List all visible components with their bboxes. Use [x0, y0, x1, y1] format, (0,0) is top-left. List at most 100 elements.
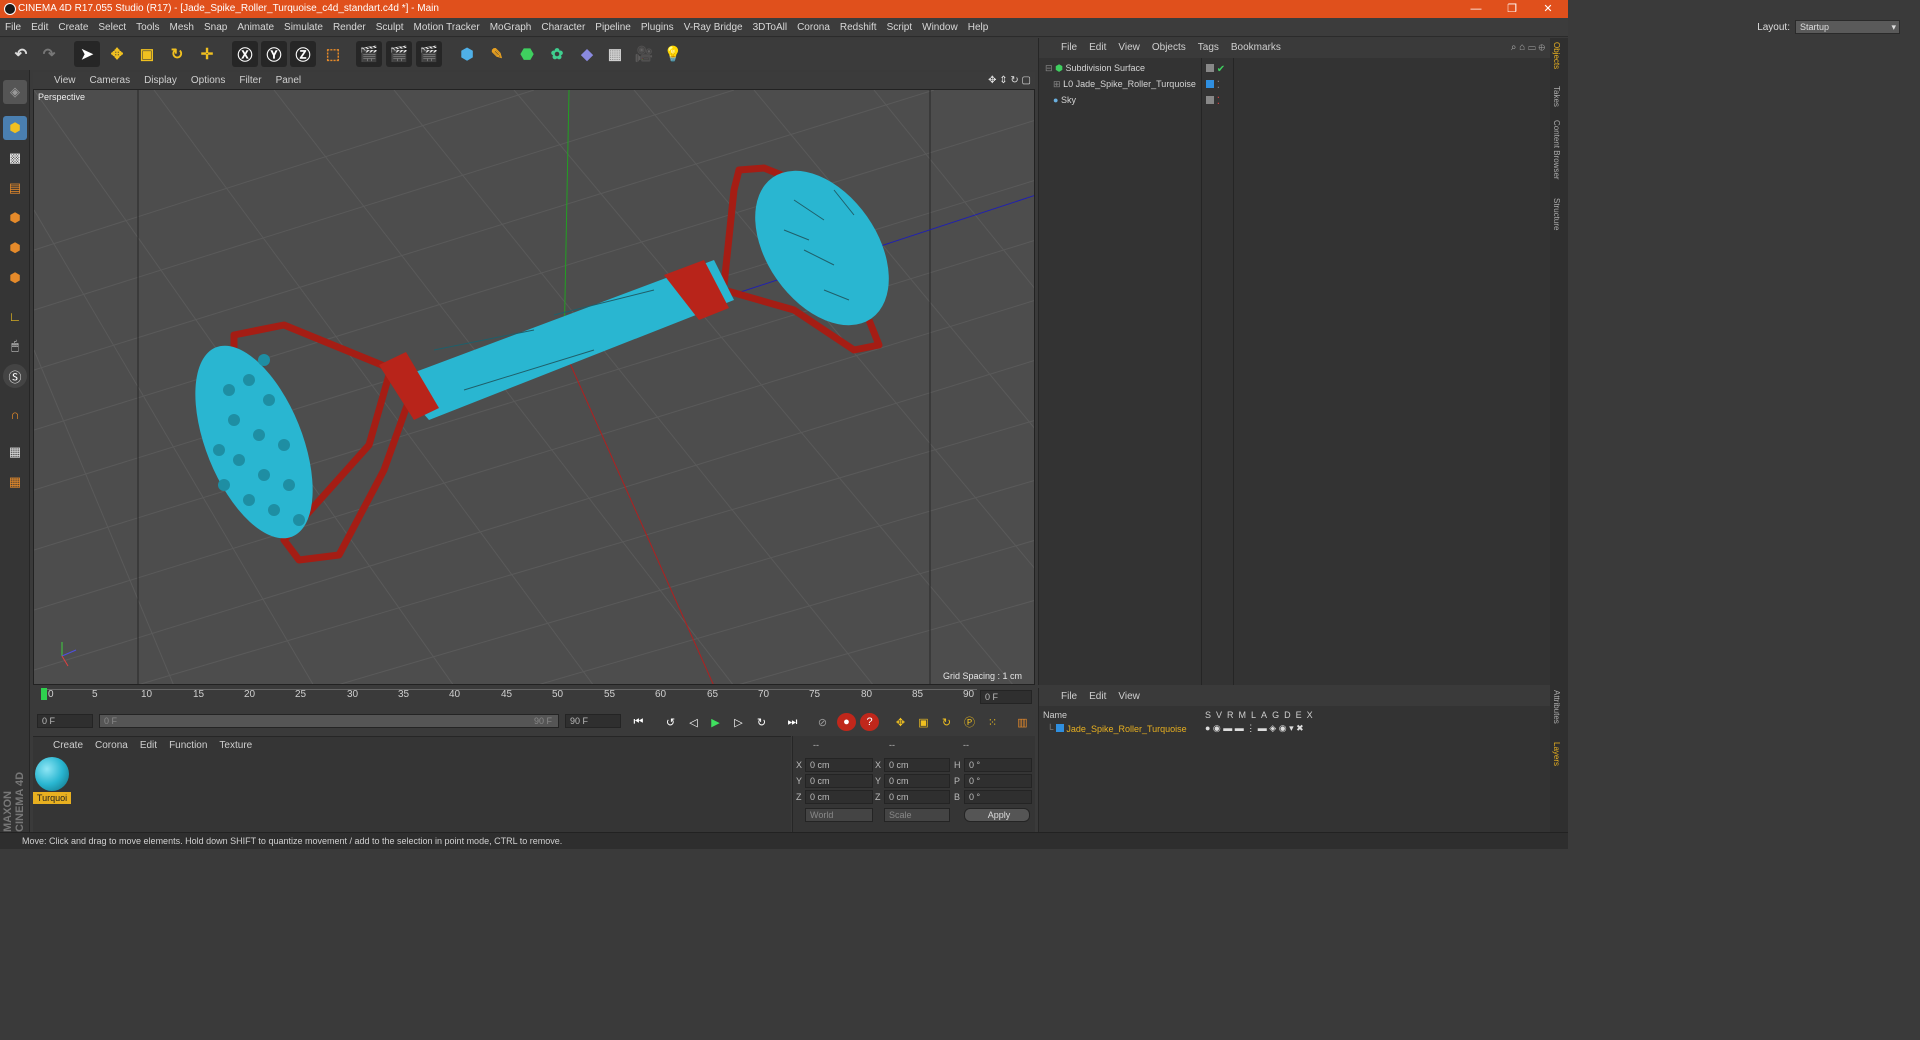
apply-button[interactable]: Apply	[964, 808, 1030, 822]
select-arrow-icon[interactable]: ➤	[74, 41, 100, 67]
record-disabled-icon[interactable]: ⊘	[813, 713, 832, 731]
menu-mesh[interactable]: Mesh	[165, 18, 199, 37]
scale-dropdown[interactable]: Scale	[884, 808, 950, 822]
menu-create[interactable]: Create	[53, 18, 93, 37]
mat-menu-corona[interactable]: Corona	[89, 737, 134, 754]
axis-mode-icon[interactable]: ∟	[3, 304, 27, 328]
viewport-nav-icons[interactable]: ✥ ⇕ ↻ ▢	[988, 72, 1031, 89]
render-settings-icon[interactable]: 🎬	[416, 41, 442, 67]
menu-animate[interactable]: Animate	[232, 18, 279, 37]
edges-mode-icon[interactable]: ⬢	[3, 236, 27, 260]
start-frame-field[interactable]: 0 F	[37, 714, 93, 728]
deformer-icon[interactable]: ◆	[574, 41, 600, 67]
tab-takes[interactable]: Takes	[1552, 86, 1561, 107]
menu-3dtoall[interactable]: 3DToAll	[748, 18, 792, 37]
rot-b-field[interactable]: 0 °	[964, 790, 1032, 804]
perspective-viewport[interactable]: Perspective Grid Spacing : 1 cm	[33, 89, 1035, 685]
minimize-button[interactable]: —	[1458, 0, 1494, 18]
close-button[interactable]: ✕	[1530, 0, 1566, 18]
magnet-icon[interactable]: ∩	[3, 402, 27, 426]
tab-attributes[interactable]: Attributes	[1552, 690, 1561, 724]
menu-edit[interactable]: Edit	[26, 18, 53, 37]
scale-tool-icon[interactable]: ▣	[134, 41, 160, 67]
tab-layers[interactable]: Layers	[1552, 742, 1561, 766]
tab-content-browser[interactable]: Content Browser	[1552, 120, 1561, 180]
menu-script[interactable]: Script	[882, 18, 918, 37]
layout-dropdown[interactable]: Startup ▾	[1795, 20, 1900, 34]
prev-frame-icon[interactable]: ◁	[684, 713, 703, 731]
render-view-icon[interactable]: 🎬	[356, 41, 382, 67]
play-icon[interactable]: ▶	[706, 713, 725, 731]
vp-menu-view[interactable]: View	[47, 72, 83, 89]
lock-workplane-icon[interactable]: ▦	[3, 440, 27, 464]
snap-icon[interactable]: Ⓢ	[3, 364, 27, 388]
undo-icon[interactable]: ↶	[8, 41, 34, 67]
menu-select[interactable]: Select	[93, 18, 131, 37]
search-icon[interactable]: ⌕ ⌂ ▭ ⊕	[1511, 38, 1545, 58]
menu-simulate[interactable]: Simulate	[279, 18, 328, 37]
playhead[interactable]	[41, 688, 47, 700]
timeline-window-icon[interactable]: ▥	[1013, 713, 1032, 731]
obj-menu-view[interactable]: View	[1112, 38, 1146, 58]
tab-structure[interactable]: Structure	[1552, 198, 1561, 230]
layer-menu-edit[interactable]: Edit	[1083, 688, 1112, 706]
vp-menu-display[interactable]: Display	[137, 72, 184, 89]
key-param-icon[interactable]: Ⓟ	[960, 713, 979, 731]
floor-icon[interactable]: ▦	[602, 41, 628, 67]
next-key-icon[interactable]: ↻	[752, 713, 771, 731]
key-rotate-icon[interactable]: ↻	[937, 713, 956, 731]
material-name[interactable]: Turquoi	[33, 792, 71, 804]
layer-menu-view[interactable]: View	[1112, 688, 1146, 706]
layer-row[interactable]: └ Jade_Spike_Roller_Turquoise	[1047, 722, 1187, 736]
mat-menu-create[interactable]: Create	[47, 737, 89, 754]
make-editable-icon[interactable]: ◈	[3, 80, 27, 104]
render-picture-viewer-icon[interactable]: 🎬	[386, 41, 412, 67]
vp-menu-panel[interactable]: Panel	[269, 72, 309, 89]
tab-objects[interactable]: Objects	[1552, 42, 1561, 69]
object-row-subdivision[interactable]: ⊟ ⬢ Subdivision Surface	[1045, 60, 1145, 76]
menu-corona[interactable]: Corona	[792, 18, 835, 37]
workplane-align-icon[interactable]: ▦	[3, 470, 27, 494]
next-frame-icon[interactable]: ▷	[729, 713, 748, 731]
collapse-icon[interactable]: ⊟	[1045, 63, 1053, 73]
menu-vray-bridge[interactable]: V-Ray Bridge	[679, 18, 748, 37]
vp-menu-options[interactable]: Options	[184, 72, 232, 89]
key-scale-icon[interactable]: ▣	[914, 713, 933, 731]
prev-key-icon[interactable]: ↺	[661, 713, 680, 731]
obj-menu-edit[interactable]: Edit	[1083, 38, 1112, 58]
menu-plugins[interactable]: Plugins	[636, 18, 679, 37]
light-icon[interactable]: 💡	[660, 41, 686, 67]
redo-icon[interactable]: ↷	[36, 41, 62, 67]
array-icon[interactable]: ✿	[544, 41, 570, 67]
key-move-icon[interactable]: ✥	[891, 713, 910, 731]
menu-tools[interactable]: Tools	[131, 18, 164, 37]
vp-menu-cameras[interactable]: Cameras	[83, 72, 138, 89]
menu-window[interactable]: Window	[917, 18, 963, 37]
menu-character[interactable]: Character	[536, 18, 590, 37]
pos-z-field[interactable]: 0 cm	[805, 790, 873, 804]
texture-mode-icon[interactable]: ▩	[3, 146, 27, 170]
vp-menu-filter[interactable]: Filter	[232, 72, 268, 89]
rot-p-field[interactable]: 0 °	[964, 774, 1032, 788]
current-frame-field[interactable]: 0 F	[980, 690, 1032, 704]
menu-snap[interactable]: Snap	[199, 18, 232, 37]
tweak-mode-icon[interactable]: 🖱	[3, 334, 27, 358]
points-mode-icon[interactable]: ⬢	[3, 206, 27, 230]
size-z-field[interactable]: 0 cm	[884, 790, 950, 804]
autokey-icon[interactable]: ?	[860, 713, 879, 731]
subdivision-icon[interactable]: ⬣	[514, 41, 540, 67]
pos-y-field[interactable]: 0 cm	[805, 774, 873, 788]
menu-file[interactable]: File	[0, 18, 26, 37]
cube-icon[interactable]: ⬢	[454, 41, 480, 67]
key-pla-icon[interactable]: ⁙	[983, 713, 1002, 731]
menu-sculpt[interactable]: Sculpt	[371, 18, 409, 37]
rotate-tool-icon[interactable]: ↻	[164, 41, 190, 67]
model-mode-icon[interactable]: ⬢	[3, 116, 27, 140]
menu-redshift[interactable]: Redshift	[835, 18, 882, 37]
rot-h-field[interactable]: 0 °	[964, 758, 1032, 772]
object-row-sky[interactable]: ● Sky	[1053, 92, 1076, 108]
mat-menu-edit[interactable]: Edit	[134, 737, 163, 754]
menu-help[interactable]: Help	[963, 18, 994, 37]
mat-menu-texture[interactable]: Texture	[213, 737, 258, 754]
size-x-field[interactable]: 0 cm	[884, 758, 950, 772]
